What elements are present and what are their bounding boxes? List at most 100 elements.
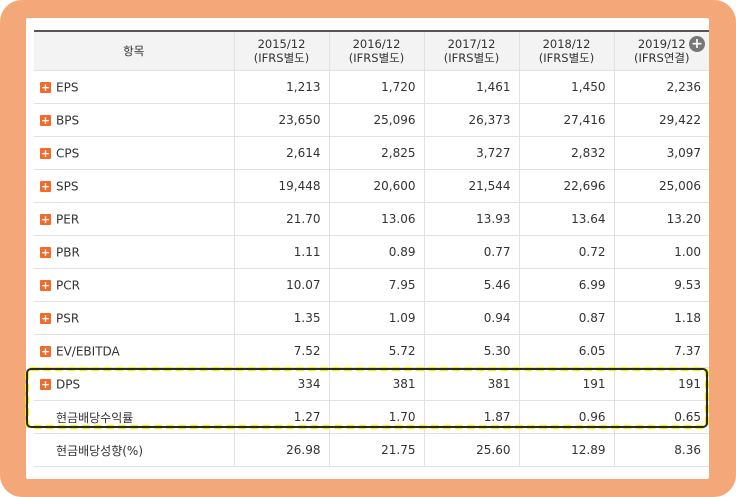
expand-icon[interactable]: + <box>40 147 51 159</box>
value-cell: 2,832 <box>519 136 615 170</box>
row-label-cell: + PBR <box>34 235 235 269</box>
value-cell: 10.07 <box>234 268 330 302</box>
table-row: + EPS 1,213 1,720 1,461 1,450 2,236 <box>34 70 709 104</box>
value-cell: 13.64 <box>519 202 615 236</box>
row-label-cell: 현금배당성향(%) <box>34 433 235 467</box>
value-cell: 26,373 <box>424 103 520 137</box>
value-cell: 0.89 <box>329 235 425 269</box>
row-label-cell: + EPS <box>34 70 235 104</box>
value-cell: 21,544 <box>424 169 520 203</box>
row-label-cell: + PSR <box>34 301 235 335</box>
row-label: BPS <box>56 113 80 128</box>
column-header-2015: 2015/12 (IFRS별도) <box>234 30 330 71</box>
column-header-2016: 2016/12 (IFRS별도) <box>329 30 425 71</box>
row-label-cell: + SPS <box>34 169 235 203</box>
table-row: + PSR 1.35 1.09 0.94 0.87 1.18 <box>34 301 709 335</box>
row-label: PCR <box>56 278 80 293</box>
basis-label: (IFRS별도) <box>443 51 500 65</box>
row-label: SPS <box>56 179 79 194</box>
value-cell: 20,600 <box>329 169 425 203</box>
highlight-box <box>25 367 709 429</box>
value-cell: 27,416 <box>519 103 615 137</box>
value-cell: 13.93 <box>424 202 520 236</box>
table-row: + PBR 1.11 0.89 0.77 0.72 1.00 <box>34 235 709 269</box>
value-cell: 0.87 <box>519 301 615 335</box>
basis-label: (IFRS별도) <box>348 51 405 65</box>
row-label: CPS <box>56 146 80 161</box>
value-cell: 25.60 <box>424 433 520 467</box>
value-cell: 1,450 <box>519 70 615 104</box>
period-label: 2016/12 <box>352 37 401 51</box>
value-cell: 1.18 <box>614 301 709 335</box>
value-cell: 1,213 <box>234 70 330 104</box>
value-cell: 2,825 <box>329 136 425 170</box>
value-cell: 2,236 <box>614 70 709 104</box>
value-cell: 7.95 <box>329 268 425 302</box>
row-label: PBR <box>56 245 80 260</box>
expand-icon[interactable]: + <box>40 81 51 93</box>
value-cell: 2,614 <box>234 136 330 170</box>
table-row: + CPS 2,614 2,825 3,727 2,832 3,097 <box>34 136 709 170</box>
value-cell: 6.99 <box>519 268 615 302</box>
header-row: 항목 2015/12 (IFRS별도) 2016/12 (IFRS별도) 2017/… <box>34 30 709 71</box>
value-cell: 7.52 <box>234 334 330 368</box>
value-cell: 22,696 <box>519 169 615 203</box>
value-cell: 25,006 <box>614 169 709 203</box>
expand-icon[interactable]: + <box>40 180 51 192</box>
column-header-2018: 2018/12 (IFRS별도) <box>519 30 615 71</box>
table-row: + EV/EBITDA 7.52 5.72 5.30 6.05 7.37 <box>34 334 709 368</box>
basis-label: (IFRS별도) <box>538 51 595 65</box>
value-cell: 12.89 <box>519 433 615 467</box>
value-cell: 0.72 <box>519 235 615 269</box>
value-cell: 13.06 <box>329 202 425 236</box>
value-cell: 9.53 <box>614 268 709 302</box>
value-cell: 7.37 <box>614 334 709 368</box>
value-cell: 1,720 <box>329 70 425 104</box>
row-label: EPS <box>56 80 79 95</box>
row-label-cell: + PCR <box>34 268 235 302</box>
value-cell: 5.72 <box>329 334 425 368</box>
expand-icon[interactable]: + <box>40 279 51 291</box>
value-cell: 0.94 <box>424 301 520 335</box>
table-row: + PER 21.70 13.06 13.93 13.64 13.20 <box>34 202 709 236</box>
expand-icon[interactable]: + <box>40 213 51 225</box>
column-header-2017: 2017/12 (IFRS별도) <box>424 30 520 71</box>
row-label: EV/EBITDA <box>56 344 120 359</box>
value-cell: 1,461 <box>424 70 520 104</box>
basis-label: (IFRS연결) <box>634 51 690 65</box>
row-label-cell: + EV/EBITDA <box>34 334 235 368</box>
value-cell: 6.05 <box>519 334 615 368</box>
table-row: + PCR 10.07 7.95 5.46 6.99 9.53 <box>34 268 709 302</box>
expand-icon[interactable]: + <box>40 312 51 324</box>
value-cell: 25,096 <box>329 103 425 137</box>
row-label-cell: + PER <box>34 202 235 236</box>
value-cell: 1.00 <box>614 235 709 269</box>
period-label: 2018/12 <box>542 37 591 51</box>
table-row: + BPS 23,650 25,096 26,373 27,416 29,422 <box>34 103 709 137</box>
expand-icon[interactable]: + <box>40 246 51 258</box>
basis-label: (IFRS별도) <box>253 51 310 65</box>
row-label-cell: + CPS <box>34 136 235 170</box>
column-header-2019: 2019/12 (IFRS연결) + <box>614 30 709 71</box>
table-row: 현금배당성향(%) 26.98 21.75 25.60 12.89 8.36 <box>34 433 709 467</box>
value-cell: 21.75 <box>329 433 425 467</box>
value-cell: 21.70 <box>234 202 330 236</box>
value-cell: 3,097 <box>614 136 709 170</box>
value-cell: 19,448 <box>234 169 330 203</box>
value-cell: 5.46 <box>424 268 520 302</box>
period-label: 2017/12 <box>447 37 496 51</box>
value-cell: 8.36 <box>614 433 709 467</box>
value-cell: 29,422 <box>614 103 709 137</box>
value-cell: 26.98 <box>234 433 330 467</box>
period-label: 2015/12 <box>257 37 306 51</box>
plus-circle-icon[interactable]: + <box>689 36 705 52</box>
value-cell: 5.30 <box>424 334 520 368</box>
expand-icon[interactable]: + <box>40 114 51 126</box>
expand-icon[interactable]: + <box>40 345 51 357</box>
value-cell: 1.09 <box>329 301 425 335</box>
row-label: 현금배당성향(%) <box>56 443 144 458</box>
value-cell: 13.20 <box>614 202 709 236</box>
period-label: 2019/12 <box>637 37 686 51</box>
value-cell: 1.11 <box>234 235 330 269</box>
table-row: + SPS 19,448 20,600 21,544 22,696 25,006 <box>34 169 709 203</box>
